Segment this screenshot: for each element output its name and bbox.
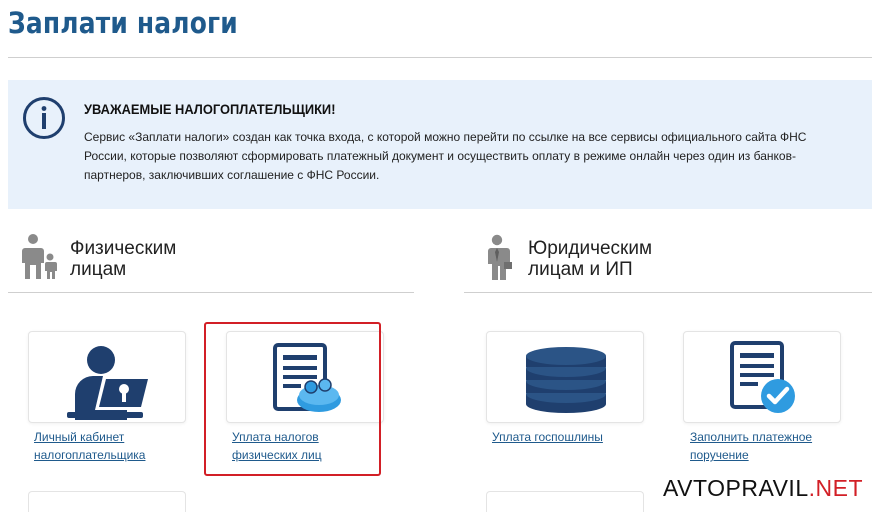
link-line: Уплата госпошлины bbox=[492, 430, 603, 444]
link-line: Личный кабинет bbox=[34, 430, 125, 444]
section-label-line: лицам bbox=[70, 259, 127, 280]
link-line: поручение bbox=[690, 448, 749, 462]
link-payment-order[interactable]: Заполнить платежное поручение bbox=[690, 428, 840, 464]
link-line: налогоплательщика bbox=[34, 448, 146, 462]
highlight-frame bbox=[204, 322, 381, 476]
user-laptop-icon bbox=[67, 346, 151, 420]
watermark-main: AVTOPRAVIL bbox=[663, 475, 809, 501]
section-label-line: лицам и ИП bbox=[528, 259, 633, 280]
section-label-line: Физическим bbox=[70, 238, 177, 259]
family-icon bbox=[22, 234, 57, 279]
notice-text: Сервис «Заплати налоги» создан как точка… bbox=[84, 130, 807, 182]
card-partial[interactable] bbox=[28, 491, 186, 512]
notice-title: УВАЖАЕМЫЕ НАЛОГОПЛАТЕЛЬЩИКИ! bbox=[84, 101, 336, 117]
section-legal-title: Юридическим лицам и ИП bbox=[528, 238, 718, 280]
card-state-duty[interactable] bbox=[486, 331, 644, 423]
section-divider bbox=[464, 292, 872, 293]
card-payment-order[interactable] bbox=[683, 331, 841, 423]
coin-stack-icon bbox=[526, 347, 606, 413]
section-label-line: Юридическим bbox=[528, 238, 653, 259]
card-personal-account[interactable] bbox=[28, 331, 186, 423]
section-individuals-title: Физическим лицам bbox=[70, 238, 260, 280]
link-personal-account[interactable]: Личный кабинет налогоплательщика bbox=[34, 428, 184, 464]
link-state-duty[interactable]: Уплата госпошлины bbox=[492, 428, 642, 446]
info-icon bbox=[23, 97, 65, 139]
watermark: AVTOPRAVIL.NET bbox=[663, 474, 863, 502]
document-check-icon bbox=[730, 341, 795, 413]
notice-panel: УВАЖАЕМЫЕ НАЛОГОПЛАТЕЛЬЩИКИ! Сервис «Зап… bbox=[8, 80, 872, 209]
card-partial[interactable] bbox=[486, 491, 644, 512]
link-line: Заполнить платежное bbox=[690, 430, 813, 444]
section-divider bbox=[8, 292, 414, 293]
businessman-icon bbox=[487, 234, 512, 280]
watermark-suffix: .NET bbox=[808, 475, 863, 501]
page-title: Заплати налоги bbox=[8, 6, 238, 40]
title-divider bbox=[8, 57, 872, 58]
